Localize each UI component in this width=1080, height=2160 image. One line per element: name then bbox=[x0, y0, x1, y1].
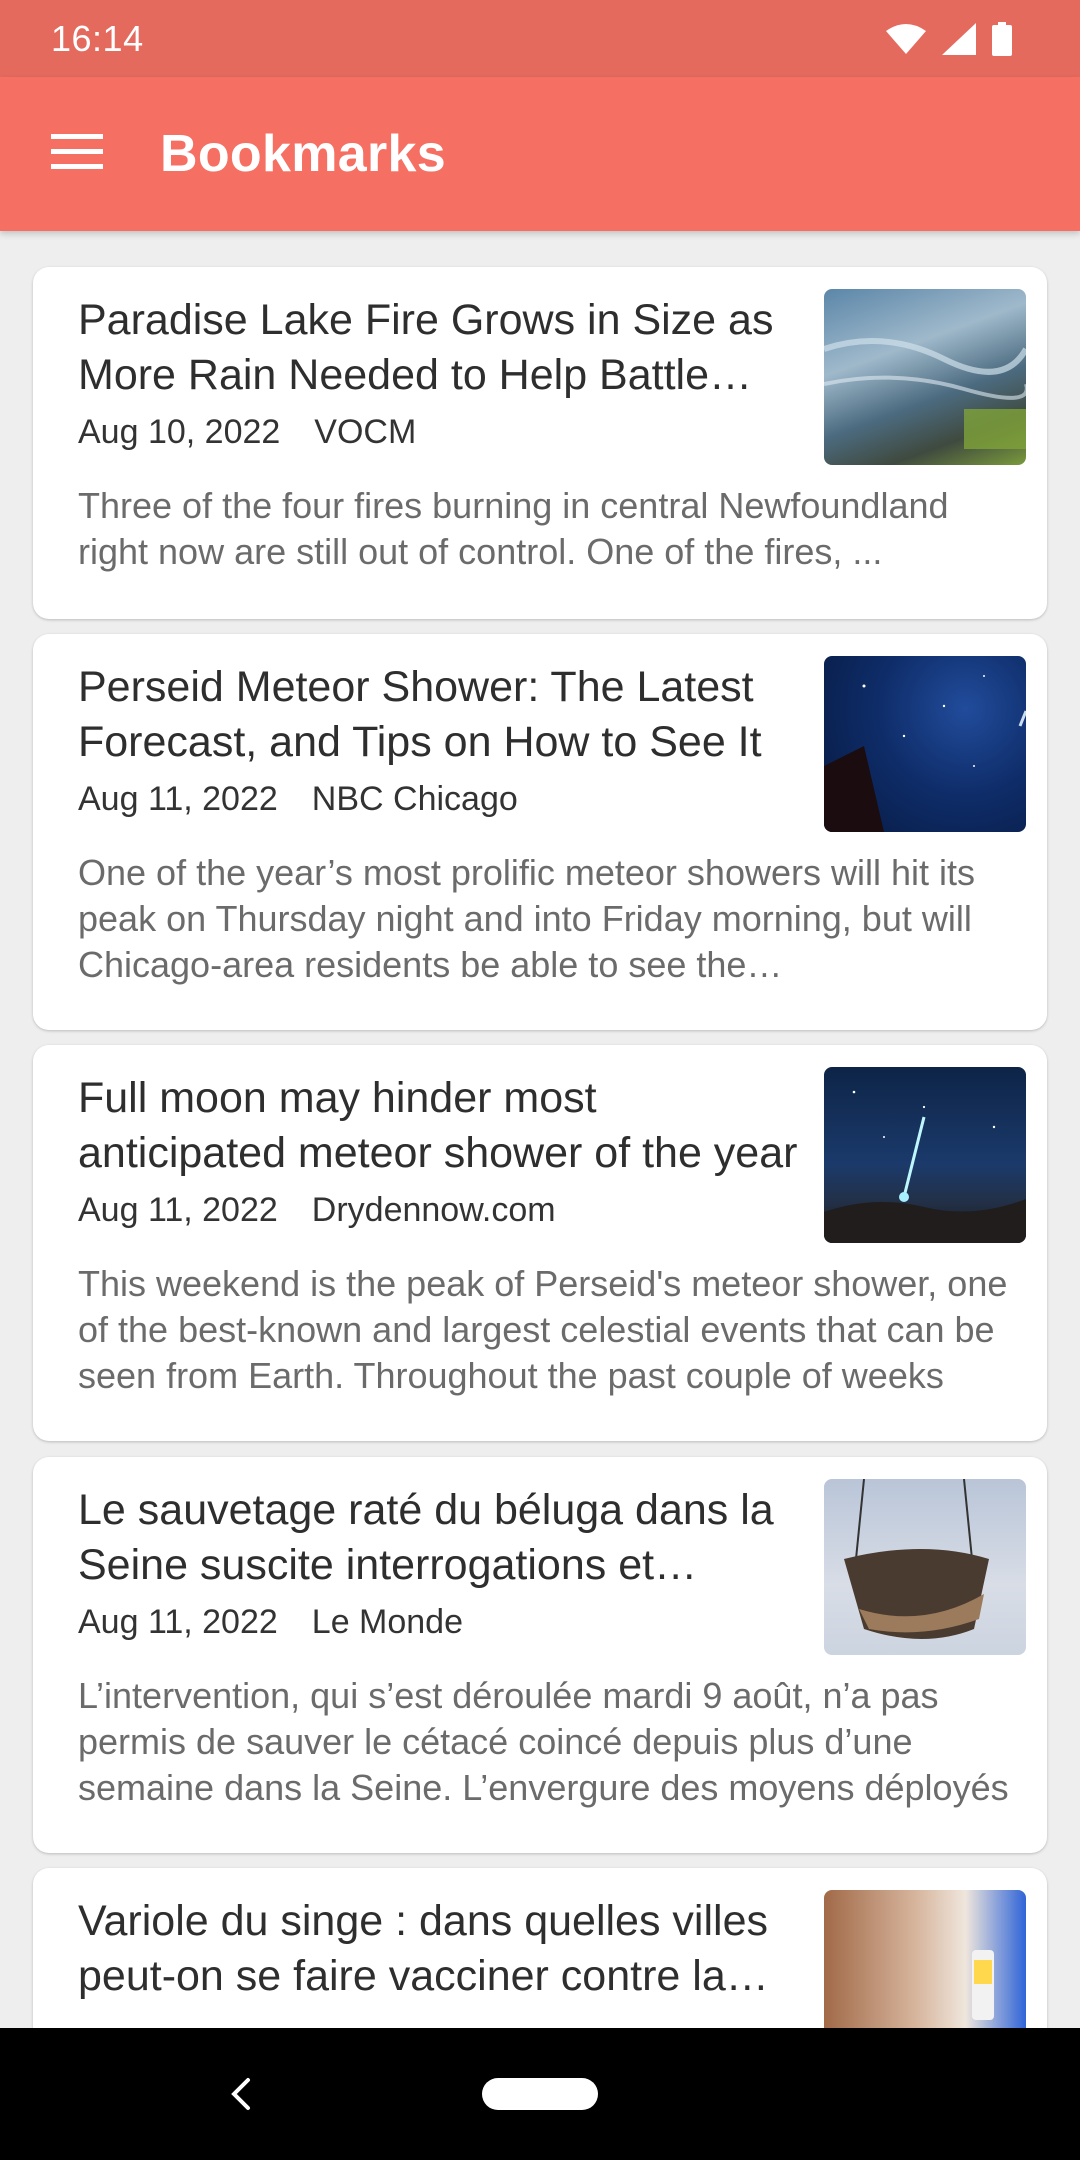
signal-icon bbox=[942, 22, 976, 55]
home-pill-icon[interactable] bbox=[482, 2078, 598, 2110]
bookmark-list[interactable]: Paradise Lake Fire Grows in Size as More… bbox=[0, 231, 1080, 2028]
article-card[interactable]: Le sauvetage raté du béluga dans la Sein… bbox=[33, 1457, 1047, 1853]
navigation-bar bbox=[0, 2028, 1080, 2160]
menu-icon bbox=[51, 133, 103, 175]
article-title: Le sauvetage raté du béluga dans la Sein… bbox=[78, 1486, 774, 1589]
menu-button[interactable] bbox=[38, 115, 116, 193]
article-meta: Aug 11, 2022 NBC Chicago bbox=[78, 780, 518, 819]
article-date: Aug 10, 2022 bbox=[78, 413, 281, 451]
article-thumbnail bbox=[824, 289, 1026, 465]
article-summary: This weekend is the peak of Perseid's me… bbox=[78, 1263, 1008, 1396]
article-summary: Three of the four fires burning in centr… bbox=[78, 485, 949, 572]
article-summary: One of the year’s most prolific meteor s… bbox=[78, 852, 975, 985]
app-bar: Bookmarks bbox=[0, 77, 1080, 231]
wifi-icon bbox=[886, 23, 926, 55]
status-bar: 16:14 bbox=[0, 0, 1080, 77]
article-title: Perseid Meteor Shower: The Latest Foreca… bbox=[78, 663, 762, 766]
article-date: Aug 11, 2022 bbox=[78, 1191, 278, 1229]
article-meta: Aug 11, 2022 Drydennow.com bbox=[78, 1191, 556, 1230]
article-thumbnail bbox=[824, 656, 1026, 832]
battery-icon bbox=[992, 21, 1012, 56]
page-title: Bookmarks bbox=[160, 125, 446, 183]
article-meta: Aug 11, 2022 Le Monde bbox=[78, 1603, 463, 1642]
article-source: VOCM bbox=[314, 413, 417, 451]
article-card[interactable]: Perseid Meteor Shower: The Latest Foreca… bbox=[33, 634, 1047, 1030]
article-title: Full moon may hinder most anticipated me… bbox=[78, 1074, 798, 1177]
article-title: Paradise Lake Fire Grows in Size as More… bbox=[78, 296, 774, 399]
article-date: Aug 11, 2022 bbox=[78, 780, 278, 818]
article-source: Drydennow.com bbox=[311, 1191, 556, 1229]
article-source: NBC Chicago bbox=[311, 780, 518, 818]
article-date: Aug 11, 2022 bbox=[78, 1603, 278, 1641]
article-thumbnail bbox=[824, 1890, 1026, 2028]
status-icons bbox=[886, 21, 1012, 56]
back-icon[interactable] bbox=[222, 2074, 262, 2114]
article-thumbnail bbox=[824, 1479, 1026, 1655]
article-card[interactable]: Variole du singe : dans quelles villes p… bbox=[33, 1868, 1047, 2028]
article-card[interactable]: Full moon may hinder most anticipated me… bbox=[33, 1045, 1047, 1441]
article-source: Le Monde bbox=[311, 1603, 464, 1641]
article-card[interactable]: Paradise Lake Fire Grows in Size as More… bbox=[33, 267, 1047, 619]
status-time: 16:14 bbox=[51, 17, 144, 59]
article-summary: L’intervention, qui s’est déroulée mardi… bbox=[78, 1675, 1009, 1808]
article-title: Variole du singe : dans quelles villes p… bbox=[78, 1897, 768, 2000]
article-thumbnail bbox=[824, 1067, 1026, 1243]
article-meta: Aug 10, 2022 VOCM bbox=[78, 413, 416, 452]
